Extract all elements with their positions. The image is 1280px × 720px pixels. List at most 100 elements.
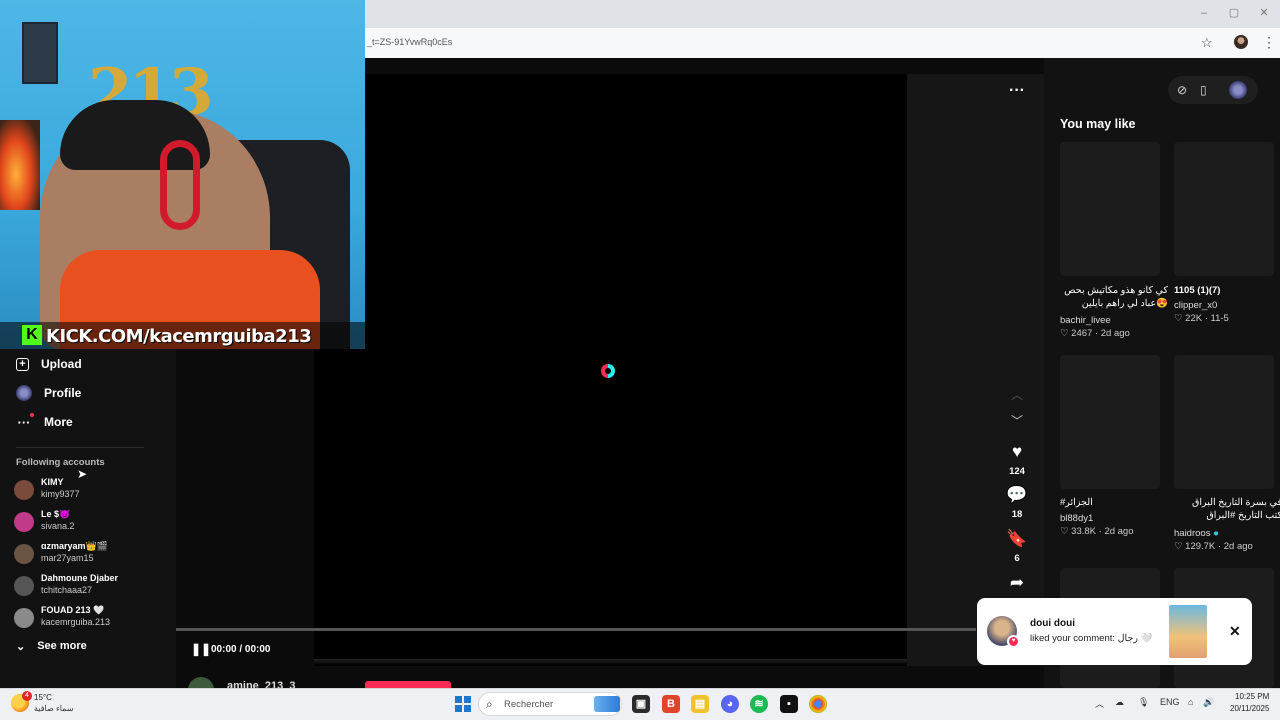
webcam-banner-text: KICK.COM/kacemrguiba213	[46, 326, 312, 347]
heart-icon: ♥	[1011, 442, 1023, 461]
card-meta: ♡ 22K · 11-5	[1174, 313, 1229, 324]
card-age: 2d ago	[1223, 541, 1253, 552]
see-more-button[interactable]: ⌄ See more	[16, 640, 87, 653]
volume-icon[interactable]: 🔊	[1203, 697, 1214, 708]
like-button[interactable]: ♥ 124	[1004, 442, 1030, 477]
video-bottom-gradient	[314, 659, 907, 665]
weather-description: سماء صافية	[34, 704, 74, 713]
like-count: 124	[1009, 466, 1025, 477]
share-button[interactable]: ➦	[1004, 573, 1030, 593]
chevron-up-icon[interactable]: ︿	[1095, 697, 1104, 710]
see-more-label: See more	[37, 640, 87, 652]
card-user[interactable]: haidroos ●	[1174, 528, 1219, 539]
account-handle: sivana.2	[41, 521, 75, 531]
webcam-overlay: 213	[0, 0, 365, 349]
task-view-icon[interactable]: ▣	[632, 695, 650, 713]
bookmark-icon: 🔖	[1006, 529, 1028, 548]
wall-poster	[22, 22, 58, 84]
notification-name: doui doui	[1030, 618, 1075, 629]
card-title[interactable]: في بسرة التاريخ البراق كتب التاريخ #البر…	[1174, 496, 1280, 522]
sidebar-item-upload[interactable]: + Upload	[16, 353, 82, 375]
microphone-icon[interactable]: 🎙	[1138, 697, 1149, 708]
avatar	[14, 512, 34, 532]
avatar-icon	[16, 385, 32, 401]
card-meta: ♡ 33.8K · 2d ago	[1060, 526, 1134, 537]
card-meta: ♡ 129.7K · 2d ago	[1174, 541, 1253, 552]
card-title[interactable]: 1105 (1)(7)	[1174, 284, 1280, 297]
mouse-cursor-icon: ➤	[77, 467, 88, 481]
avatar[interactable]	[1229, 81, 1247, 99]
save-count: 6	[1014, 553, 1020, 564]
card-username: haidroos	[1174, 528, 1211, 539]
chrome-icon[interactable]	[809, 695, 827, 713]
chevron-up-icon[interactable]: ︿	[1011, 386, 1023, 403]
account-handle: mar27yam15	[41, 553, 94, 563]
cloud-icon[interactable]: ☁	[1115, 697, 1124, 708]
windows-start-icon[interactable]	[455, 696, 471, 712]
card-user[interactable]: bl88dy1	[1060, 513, 1093, 524]
phone-icon[interactable]: ▯	[1200, 83, 1207, 97]
divider	[16, 447, 144, 448]
following-account[interactable]: KIMY kimy9377	[14, 477, 164, 505]
avatar	[14, 480, 34, 500]
card-age: 2d ago	[1104, 526, 1134, 537]
plus-square-icon: +	[16, 357, 29, 371]
discord-icon[interactable]: ◕	[721, 695, 739, 713]
following-account[interactable]: Dahmoune Djaber tchitchaaa27	[14, 573, 164, 601]
card-meta: ♡ 2467 · 2d ago	[1060, 328, 1130, 339]
notification-toast[interactable]	[977, 598, 1252, 665]
avatar	[14, 608, 34, 628]
loading-spinner-icon	[601, 364, 615, 378]
close-icon[interactable]: ✕	[1229, 623, 1241, 640]
account-handle: kacemrguiba.213	[41, 617, 111, 627]
sidebar-item-profile[interactable]: Profile	[16, 382, 81, 404]
video-thumbnail[interactable]	[1060, 142, 1160, 276]
network-icon[interactable]: ⌂	[1188, 697, 1193, 707]
browser-profile-avatar[interactable]	[1234, 35, 1248, 49]
card-likes: 33.8K	[1071, 526, 1096, 537]
following-account[interactable]: FOUAD 213 🤍 kacemrguiba.213	[14, 605, 164, 633]
card-likes: 22K	[1185, 313, 1203, 324]
address-bar[interactable]	[365, 28, 1280, 58]
minimize-button[interactable]: –	[1197, 6, 1211, 20]
clock-date[interactable]: 20/11/2025	[1230, 704, 1269, 713]
url-text[interactable]: _t=ZS-91YvwRq0cEs	[367, 37, 452, 47]
clock-time[interactable]: 10:25 PM	[1235, 692, 1269, 701]
sidebar-item-label: Profile	[44, 386, 82, 400]
following-account[interactable]: ɑzmaryam👑🎬 mar27yam15	[14, 541, 164, 569]
share-icon: ➦	[1009, 573, 1025, 592]
spotify-icon[interactable]: ≋	[750, 695, 768, 713]
account-name: ɑzmaryam👑🎬	[41, 541, 108, 551]
weather-badge: 4	[22, 691, 32, 701]
account-name: FOUAD 213 🤍	[41, 605, 105, 615]
following-account[interactable]: Le $😈 sivana.2	[14, 509, 164, 537]
pause-icon[interactable]: ❚❚	[191, 642, 211, 656]
language-indicator[interactable]: ENG	[1160, 697, 1180, 707]
chevron-down-icon[interactable]: ﹀	[1011, 412, 1023, 429]
file-explorer-icon[interactable]: ▤	[691, 695, 709, 713]
notification-text: liked your comment: رجال 🤍	[1030, 633, 1153, 644]
video-thumbnail[interactable]	[1174, 142, 1274, 276]
star-icon[interactable]: ☆	[1201, 35, 1213, 51]
card-title[interactable]: #الجزائر	[1060, 496, 1168, 509]
comment-button[interactable]: 💬 18	[1004, 485, 1030, 520]
sidebar-item-more[interactable]: ··· More	[16, 411, 73, 433]
video-progress-bar[interactable]	[176, 628, 976, 631]
video-thumbnail[interactable]	[1174, 355, 1274, 489]
save-button[interactable]: 🔖 6	[1004, 529, 1030, 564]
maximize-button[interactable]: ▢	[1227, 6, 1241, 20]
compass-icon[interactable]: ⊘	[1177, 83, 1187, 97]
recommendations-title: You may like	[1060, 117, 1136, 131]
close-window-button[interactable]: ✕	[1257, 6, 1271, 20]
brave-icon[interactable]: B	[662, 695, 680, 713]
card-user[interactable]: bachir_livee	[1060, 315, 1111, 326]
kick-logo-icon: K	[22, 325, 42, 345]
kebab-icon[interactable]: ⋮	[1262, 34, 1276, 51]
card-user[interactable]: clipper_x0	[1174, 300, 1217, 311]
video-thumbnail[interactable]	[1060, 355, 1160, 489]
ellipsis-icon[interactable]: ···	[1009, 82, 1025, 100]
sidebar-item-label: Upload	[41, 357, 82, 371]
card-likes: 129.7K	[1185, 541, 1216, 552]
app-icon[interactable]: ▪	[780, 695, 798, 713]
card-title[interactable]: كي كانو هذو مكاتيش بحص 😍عباد لي راهم باي…	[1060, 284, 1168, 310]
